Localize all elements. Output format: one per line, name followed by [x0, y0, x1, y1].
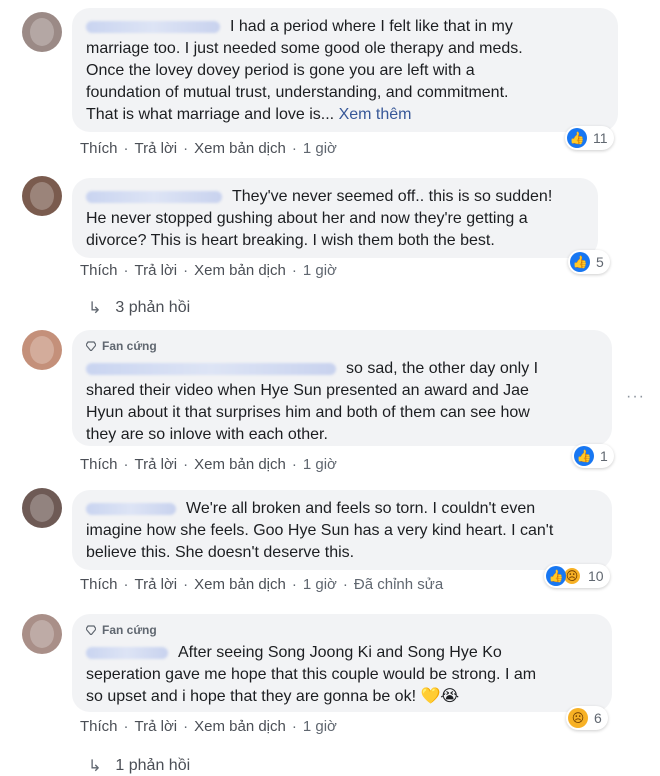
timestamp[interactable]: 1 giờ: [303, 262, 337, 279]
like-button[interactable]: Thích: [80, 718, 118, 735]
reply-arrow-icon: ↳: [88, 300, 102, 317]
commenter-name[interactable]: [86, 362, 336, 375]
comment-bubble: Fan cứng so sad, the other day only I sh…: [72, 330, 612, 446]
reaction-summary[interactable]: ☹ 6: [566, 706, 608, 730]
comment-bubble: Fan cứng After seeing Song Joong Ki and …: [72, 614, 612, 712]
avatar[interactable]: [22, 176, 62, 216]
translate-button[interactable]: Xem bản dịch: [194, 576, 286, 593]
reaction-summary[interactable]: 👍 5: [568, 250, 610, 274]
reply-button[interactable]: Trả lời: [135, 456, 178, 473]
top-fan-badge: Fan cứng: [86, 622, 598, 638]
comment-actions: Thích · Trả lời · Xem bản dịch · 1 giờ · Đã …: [80, 576, 444, 593]
top-fan-badge: Fan cứng: [86, 338, 598, 354]
comment-actions: Thích · Trả lời · Xem bản dịch · 1 giờ: [80, 456, 337, 473]
comment-actions: Thích · Trả lời · Xem bản dịch · 1 giờ: [80, 140, 337, 157]
like-icon: 👍: [567, 128, 587, 148]
like-icon: 👍: [570, 252, 590, 272]
like-button[interactable]: Thích: [80, 262, 118, 279]
avatar[interactable]: [22, 330, 62, 370]
heart-emoji: 💛: [420, 688, 441, 705]
translate-button[interactable]: Xem bản dịch: [194, 140, 286, 157]
badge-label: Fan cứng: [102, 339, 157, 353]
sad-icon: ☹: [568, 708, 588, 728]
timestamp[interactable]: 1 giờ: [303, 576, 337, 593]
translate-button[interactable]: Xem bản dịch: [194, 262, 286, 279]
reaction-count: 5: [596, 254, 604, 270]
comment-bubble: I had a period where I felt like that in…: [72, 8, 618, 132]
reaction-count: 1: [600, 448, 608, 464]
comment-actions: Thích · Trả lời · Xem bản dịch · 1 giờ: [80, 262, 337, 279]
timestamp[interactable]: 1 giờ: [303, 718, 337, 735]
comment-actions: Thích · Trả lời · Xem bản dịch · 1 giờ: [80, 718, 337, 735]
edited-label: Đã chỉnh sửa: [353, 576, 444, 593]
like-button[interactable]: Thích: [80, 140, 118, 157]
diamond-icon: [86, 341, 96, 351]
like-icon: 👍: [546, 566, 566, 586]
view-replies-link[interactable]: ↳ 3 phản hồi: [88, 298, 190, 318]
commenter-name[interactable]: [86, 646, 168, 659]
reaction-count: 6: [594, 710, 602, 726]
view-replies-link[interactable]: ↳ 1 phản hồi: [88, 756, 190, 776]
reply-button[interactable]: Trả lời: [135, 262, 178, 279]
comment-bubble: They've never seemed off.. this is so su…: [72, 178, 598, 258]
crying-emoji: 😭: [440, 688, 460, 705]
reaction-count: 11: [593, 130, 608, 146]
diamond-icon: [86, 625, 96, 635]
timestamp[interactable]: 1 giờ: [303, 456, 337, 473]
like-button[interactable]: Thích: [80, 456, 118, 473]
badge-label: Fan cứng: [102, 623, 157, 637]
reply-arrow-icon: ↳: [88, 758, 102, 775]
reply-button[interactable]: Trả lời: [135, 718, 178, 735]
reply-button[interactable]: Trả lời: [135, 140, 178, 157]
translate-button[interactable]: Xem bản dịch: [194, 718, 286, 735]
replies-count: 1 phản hồi: [115, 757, 191, 774]
commenter-name[interactable]: [86, 190, 222, 203]
timestamp[interactable]: 1 giờ: [303, 140, 337, 157]
like-icon: 👍: [574, 446, 594, 466]
reaction-summary[interactable]: 👍 1: [572, 444, 614, 468]
avatar[interactable]: [22, 614, 62, 654]
like-button[interactable]: Thích: [80, 576, 118, 593]
comment-text: I had a period where I felt like that in…: [86, 18, 523, 123]
replies-count: 3 phản hồi: [115, 299, 191, 316]
avatar[interactable]: [22, 488, 62, 528]
reaction-summary[interactable]: 👍 ☹ 10: [544, 564, 610, 588]
comment-bubble: We're all broken and feels so torn. I co…: [72, 490, 612, 570]
reply-button[interactable]: Trả lời: [135, 576, 178, 593]
reaction-count: 10: [588, 568, 604, 584]
translate-button[interactable]: Xem bản dịch: [194, 456, 286, 473]
commenter-name[interactable]: [86, 502, 176, 515]
see-more-link[interactable]: Xem thêm: [339, 106, 412, 123]
commenter-name[interactable]: [86, 20, 220, 33]
avatar[interactable]: [22, 12, 62, 52]
more-options-icon[interactable]: ···: [626, 388, 645, 406]
reaction-summary[interactable]: 👍 11: [565, 126, 614, 150]
